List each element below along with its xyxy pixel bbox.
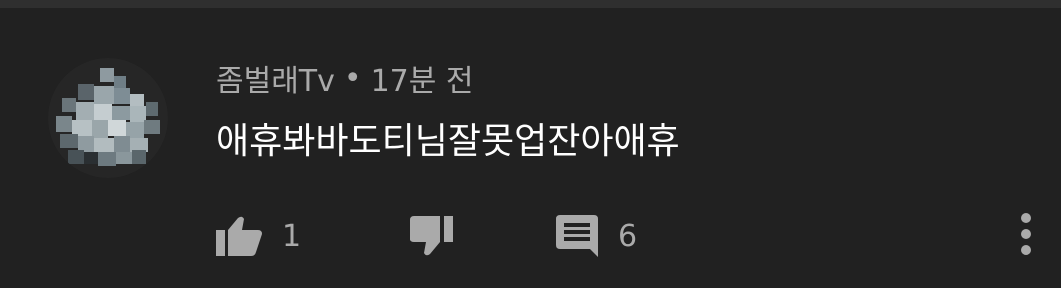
like-button[interactable]: 1 xyxy=(216,212,301,260)
top-divider xyxy=(0,0,1061,8)
comment-text: 애휴봐바도티님잘못업잔아애휴 xyxy=(216,121,680,162)
comment-icon xyxy=(556,215,598,257)
comment-meta: 좀벌래Tv • 17분 전 xyxy=(216,56,474,100)
author-name[interactable]: 좀벌래Tv xyxy=(216,56,335,100)
dislike-button[interactable] xyxy=(410,212,456,260)
meta-separator: • xyxy=(343,60,362,96)
thumbs-down-icon xyxy=(410,216,453,256)
avatar-image xyxy=(48,58,168,178)
more-vertical-icon xyxy=(1021,213,1031,255)
like-count: 1 xyxy=(282,218,302,254)
thumbs-up-icon xyxy=(216,216,262,256)
more-options-button[interactable] xyxy=(1010,210,1042,258)
reply-count: 6 xyxy=(618,218,638,254)
avatar[interactable] xyxy=(48,58,168,178)
reply-button[interactable]: 6 xyxy=(556,212,637,260)
comment-timestamp[interactable]: 17분 전 xyxy=(371,56,474,100)
